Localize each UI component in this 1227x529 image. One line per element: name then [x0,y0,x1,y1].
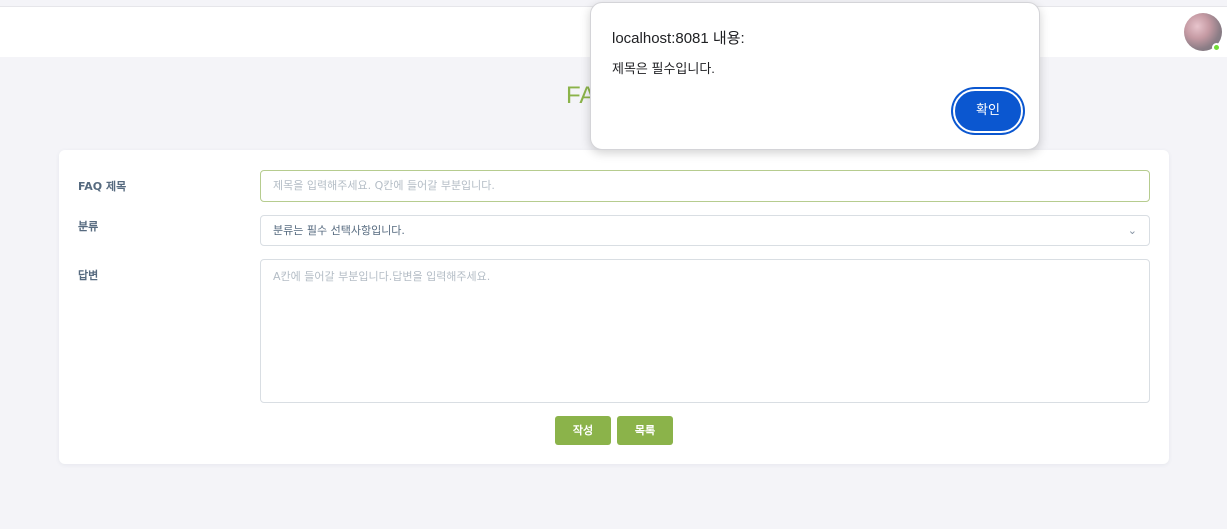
category-label: 분류 [78,220,99,233]
category-selected-value: 분류는 필수 선택사항입니다. [273,224,405,237]
faq-title-input[interactable]: 제목을 입력해주세요. Q칸에 들어갈 부분입니다. [260,170,1150,202]
online-status-icon [1212,43,1221,52]
dialog-ok-button[interactable]: 확인 [953,89,1023,133]
category-select[interactable]: 분류는 필수 선택사항입니다. ⌄ [260,215,1150,246]
faq-title-placeholder: 제목을 입력해주세요. Q칸에 들어갈 부분입니다. [273,179,495,192]
dialog-origin: localhost:8081 내용: [612,30,745,47]
alert-dialog: localhost:8081 내용: 제목은 필수입니다. 확인 [590,2,1040,150]
answer-label: 답변 [78,269,99,282]
answer-textarea[interactable]: A칸에 들어갈 부분입니다.답변을 입력해주세요. [260,259,1150,403]
chevron-down-icon: ⌄ [1127,224,1137,237]
dialog-message: 제목은 필수입니다. [612,61,715,76]
faq-form-card: FAQ 제목 제목을 입력해주세요. Q칸에 들어갈 부분입니다. 분류 분류는… [59,150,1169,464]
faq-title-label: FAQ 제목 [78,180,127,193]
answer-placeholder: A칸에 들어갈 부분입니다.답변을 입력해주세요. [273,270,491,283]
list-button[interactable]: 목록 [617,416,673,445]
write-button[interactable]: 작성 [555,416,611,445]
